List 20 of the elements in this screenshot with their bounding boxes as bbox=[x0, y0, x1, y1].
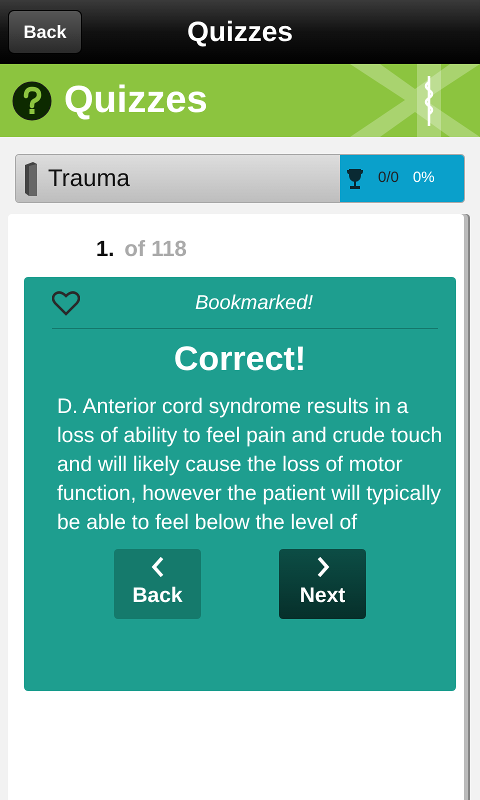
chevron-icon bbox=[316, 556, 330, 578]
explanation-text: D. Anterior cord syndrome results in a loss of ability to feel pain and crude touch and will likely cause the loss of motor function, however the patient will typically be able to feel below the level of bbox=[57, 394, 444, 536]
help-icon bbox=[12, 80, 52, 120]
question-number: 1. bbox=[96, 235, 114, 263]
result-title: Correct! bbox=[172, 339, 308, 380]
heart-icon[interactable] bbox=[52, 290, 80, 316]
percent-text: 0% bbox=[412, 168, 435, 188]
question-total: of 118 bbox=[124, 235, 187, 263]
bookmarked-label: Bookmarked! bbox=[194, 290, 314, 316]
category-name: Trauma bbox=[48, 164, 130, 194]
nav-title: Quizzes bbox=[187, 16, 293, 47]
next-button[interactable]: Next bbox=[279, 548, 366, 619]
back-button[interactable]: Back bbox=[114, 548, 201, 619]
chevron-icon bbox=[150, 556, 164, 578]
back-button[interactable]: Back bbox=[8, 10, 82, 54]
trophy-icon bbox=[346, 168, 364, 190]
category-bar[interactable]: Trauma 0/0 0% bbox=[15, 154, 465, 203]
score-text: 0/0 bbox=[378, 168, 399, 188]
book-icon bbox=[24, 160, 38, 196]
banner-title: Quizzes bbox=[64, 78, 208, 123]
